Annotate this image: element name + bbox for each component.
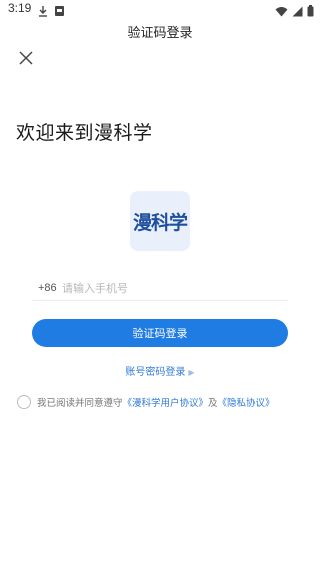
country-code[interactable]: +86 xyxy=(38,282,62,294)
download-icon xyxy=(38,2,48,21)
app-logo: 漫科学 xyxy=(130,191,190,251)
close-button[interactable] xyxy=(16,48,36,68)
chevron-right-icon: ▶ xyxy=(188,368,195,377)
status-bar: 3:19 xyxy=(0,0,320,20)
page-title: 验证码登录 xyxy=(127,26,193,41)
login-screen: 3:19 验证码登录 欢迎来到漫科学 漫科学 +86 请输入手机号 验证码登录 … xyxy=(0,0,320,568)
code-login-button[interactable]: 验证码登录 xyxy=(32,319,288,347)
agreement-text: 我已阅读并同意遵守《漫科学用户协议》及《隐私协议》 xyxy=(37,395,275,409)
user-agreement-link[interactable]: 《漫科学用户协议》 xyxy=(123,398,209,409)
agreement-prefix: 我已阅读并同意遵守 xyxy=(37,398,123,409)
status-time: 3:19 xyxy=(8,1,32,15)
status-notification-icons xyxy=(38,2,65,21)
signal-icon xyxy=(292,2,303,21)
battery-icon xyxy=(307,2,314,21)
notification-icon xyxy=(54,2,65,21)
phone-field: +86 xyxy=(32,276,288,301)
agreement-checkbox[interactable] xyxy=(17,395,31,409)
close-icon xyxy=(19,51,33,65)
password-login-link[interactable]: 账号密码登录 ▶ xyxy=(0,363,320,378)
welcome-heading: 欢迎来到漫科学 xyxy=(16,122,153,144)
title-bar: 验证码登录 xyxy=(0,22,320,44)
wifi-icon xyxy=(275,2,288,21)
logo-text: 漫科学 xyxy=(132,211,188,234)
privacy-link[interactable]: 《隐私协议》 xyxy=(218,398,275,409)
agreement-row: 我已阅读并同意遵守《漫科学用户协议》及《隐私协议》 xyxy=(17,393,313,411)
phone-input[interactable] xyxy=(62,281,262,295)
status-system-icons xyxy=(275,2,314,21)
password-login-label: 账号密码登录 xyxy=(125,367,186,378)
agreement-and: 及 xyxy=(208,398,218,409)
